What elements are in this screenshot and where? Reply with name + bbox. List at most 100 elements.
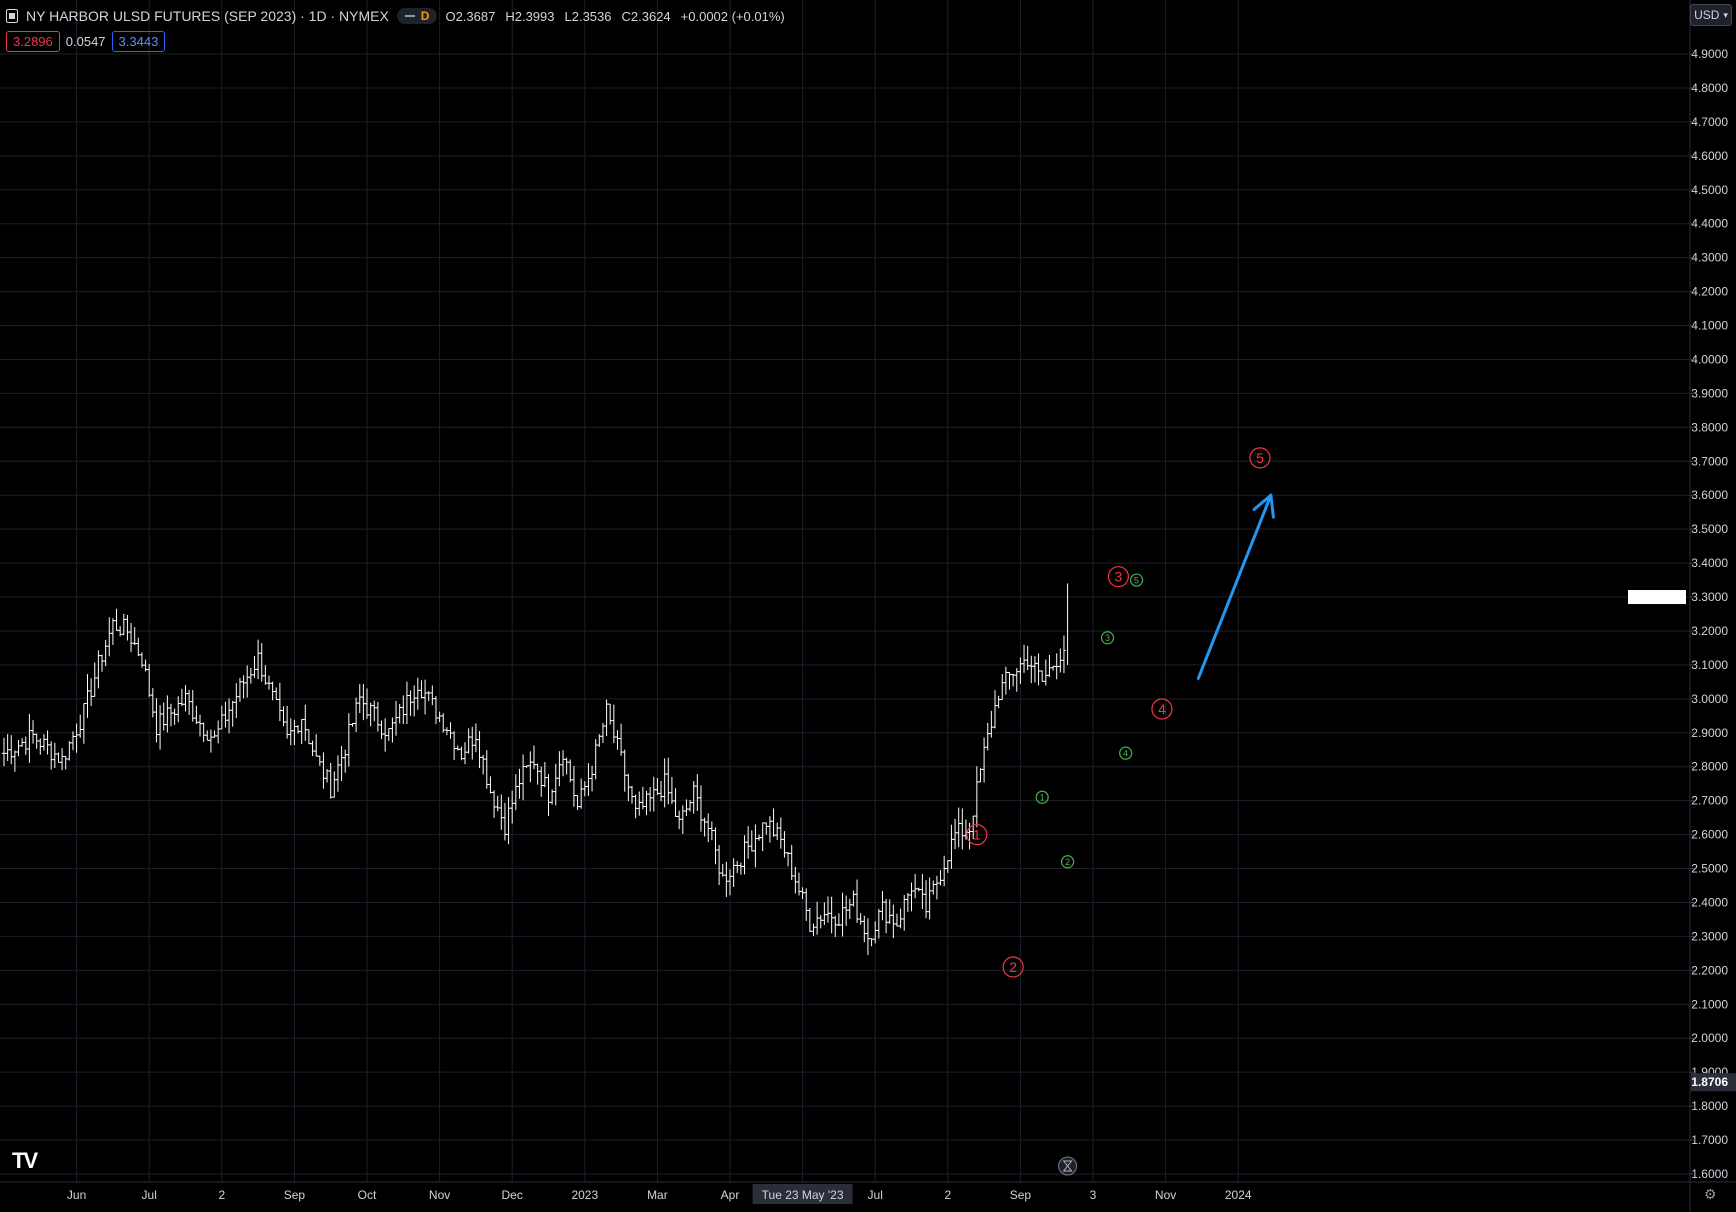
ask-button[interactable]: 3.3443 bbox=[111, 31, 166, 52]
price-tick-label: 2.6000 bbox=[1691, 828, 1728, 842]
ohlc-bar bbox=[796, 872, 801, 896]
ohlc-bar bbox=[350, 722, 355, 727]
ohlc-bar bbox=[978, 768, 983, 783]
bid-button[interactable]: 3.2896 bbox=[6, 31, 60, 52]
ohlc-bar bbox=[154, 698, 159, 743]
ohlc-bar bbox=[597, 734, 602, 748]
ohlc-bar bbox=[764, 822, 769, 835]
ohlc-bar bbox=[161, 702, 166, 731]
ohlc-bar bbox=[586, 763, 591, 796]
ohlc-bar bbox=[394, 700, 399, 736]
symbol-title[interactable]: NY HARBOR ULSD FUTURES (SEP 2023) · 1D ·… bbox=[26, 8, 389, 24]
ohlc-bar bbox=[354, 697, 359, 733]
ohlc-bar bbox=[194, 705, 199, 725]
ohlc-bar bbox=[637, 791, 642, 816]
wave-label-major-text: 4 bbox=[1158, 701, 1166, 717]
ohlc-bar bbox=[735, 861, 740, 874]
ohlc-bar bbox=[880, 890, 885, 921]
ohlc-bar bbox=[9, 735, 14, 765]
ohlc-bar bbox=[564, 757, 569, 775]
price-tick-label: 3.3000 bbox=[1691, 590, 1728, 604]
price-tick-label: 2.2000 bbox=[1691, 963, 1728, 977]
price-chart[interactable]: 1 2 3 4 5 1 2 3 4 5 4.9000 4.8000 4.7000 4.6000 4.500… bbox=[0, 0, 1736, 1212]
ohlc-bar bbox=[956, 807, 961, 848]
ohlc-bar bbox=[513, 774, 518, 811]
change-value: +0.0002 (+0.01%) bbox=[680, 8, 785, 24]
ohlc-bar bbox=[1043, 659, 1048, 686]
ohlc-bar bbox=[136, 637, 141, 657]
ohlc-bar bbox=[488, 776, 493, 794]
ohlc-bar bbox=[230, 700, 235, 727]
ohlc-bar bbox=[1032, 656, 1037, 683]
ohlc-bar bbox=[266, 675, 271, 690]
ohlc-bar bbox=[1000, 674, 1005, 701]
time-tick-label: Sep bbox=[1010, 1188, 1032, 1202]
ohlc-bar bbox=[717, 845, 722, 885]
ohlc-bar bbox=[517, 768, 522, 799]
ohlc-bar bbox=[767, 816, 772, 843]
ohlc-bar bbox=[41, 734, 46, 751]
ohlc-bar bbox=[648, 787, 653, 812]
wave-label-minor: 3 bbox=[1100, 631, 1115, 645]
currency-button[interactable]: USD ▾ bbox=[1690, 4, 1732, 26]
time-tick-label: Nov bbox=[429, 1188, 450, 1202]
ohlc-bar bbox=[833, 915, 838, 937]
ohlc-bar bbox=[143, 659, 148, 672]
ohlc-bar bbox=[38, 738, 43, 755]
crosshair-price-label: 1.8706 bbox=[1691, 1075, 1728, 1089]
ohlc-bar bbox=[397, 703, 402, 724]
bid-ask-row: 3.2896 0.0547 3.3443 bbox=[6, 31, 166, 52]
ohlc-bar bbox=[811, 923, 816, 936]
ohlc-bar bbox=[379, 720, 384, 740]
wave-label-major: 5 bbox=[1249, 447, 1271, 469]
ohlc-bar bbox=[343, 749, 348, 773]
currency-label: USD bbox=[1694, 8, 1720, 22]
ohlc-bar bbox=[78, 714, 83, 738]
ohlc-bar bbox=[542, 762, 547, 788]
ohlc-bar bbox=[913, 873, 918, 899]
ohlc-bar bbox=[67, 741, 72, 761]
low-value: L2.3536 bbox=[564, 8, 612, 24]
ohlc-bar bbox=[836, 913, 841, 927]
time-tick-label: Jul bbox=[868, 1188, 883, 1202]
ohlc-bar bbox=[459, 746, 464, 761]
ohlc-bar bbox=[2, 737, 6, 767]
time-axis: Jun Jul 2 Sep Oct Nov Dec 2023 Mar Apr Tue 23 May … bbox=[0, 1181, 1736, 1204]
ohlc-bar bbox=[52, 742, 57, 768]
ohlc-bar bbox=[1051, 665, 1056, 671]
ohlc-bar bbox=[938, 870, 943, 886]
ohlc-bar bbox=[1014, 668, 1019, 692]
ohlc-bar bbox=[234, 683, 239, 719]
ohlc-bar bbox=[466, 728, 471, 754]
ohlc-bar bbox=[270, 681, 275, 701]
chart-grid bbox=[0, 0, 1690, 1182]
ohlc-bar bbox=[579, 778, 584, 809]
ohlc-bar bbox=[216, 720, 221, 744]
ohlc-bar bbox=[626, 773, 631, 802]
ohlc-bar bbox=[691, 781, 696, 814]
interval-pill[interactable]: D bbox=[396, 8, 438, 24]
time-tick-label: 2024 bbox=[1225, 1188, 1252, 1202]
time-tick-label: Jun bbox=[67, 1188, 86, 1202]
price-tick-label: 4.2000 bbox=[1691, 285, 1728, 299]
ohlc-bar bbox=[706, 813, 711, 843]
price-tick-label: 3.9000 bbox=[1691, 386, 1728, 400]
ohlc-bar bbox=[582, 781, 587, 797]
ohlc-bar bbox=[640, 786, 645, 810]
ohlc-bar bbox=[158, 705, 163, 750]
ohlc-bar bbox=[746, 826, 751, 859]
ohlc-bar bbox=[553, 763, 558, 806]
high-value: H2.3993 bbox=[505, 8, 555, 24]
ohlc-bar bbox=[1029, 655, 1034, 684]
gear-icon[interactable]: ⚙ bbox=[1704, 1186, 1720, 1202]
ohlc-bar bbox=[561, 750, 566, 777]
ohlc-bar bbox=[317, 755, 322, 766]
price-tick-label: 3.8000 bbox=[1691, 420, 1728, 434]
ohlc-bar bbox=[753, 824, 758, 868]
wave-label-major-text: 5 bbox=[1256, 450, 1264, 466]
price-tick-label: 3.5000 bbox=[1691, 522, 1728, 536]
ohlc-bar bbox=[49, 741, 54, 770]
ohlc-bar bbox=[680, 805, 685, 834]
ohlc-bar bbox=[332, 771, 337, 798]
price-tick-label: 3.4000 bbox=[1691, 556, 1728, 570]
